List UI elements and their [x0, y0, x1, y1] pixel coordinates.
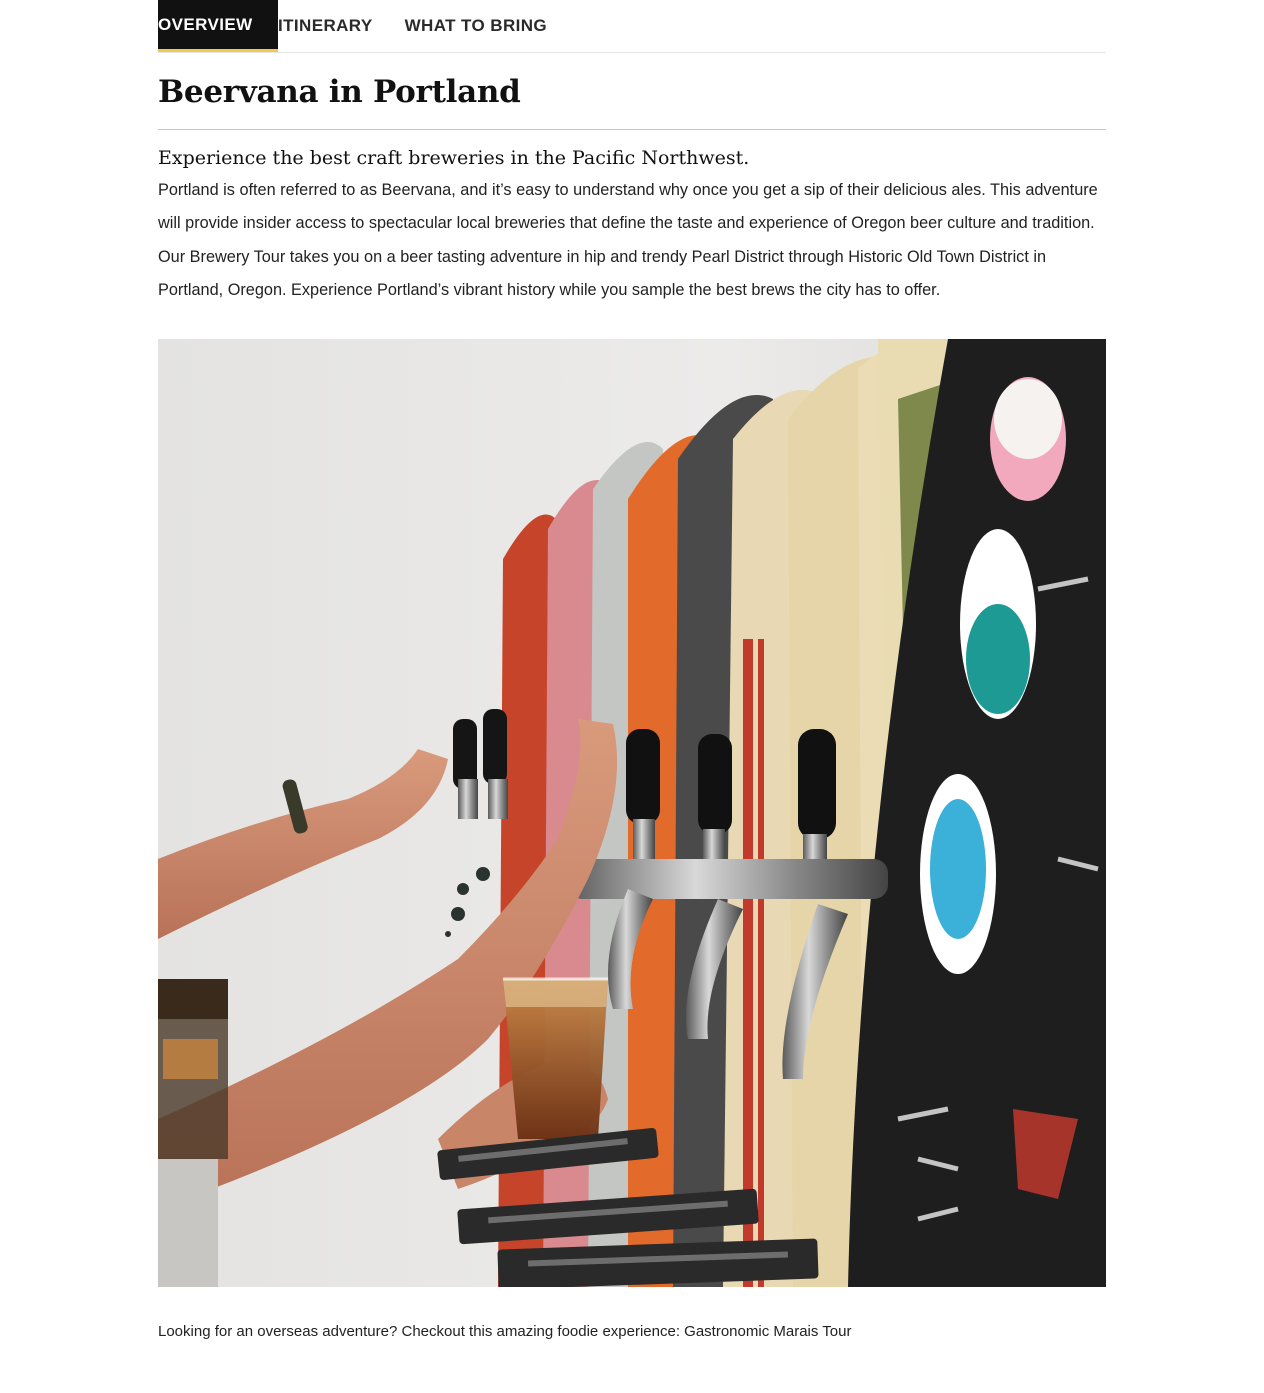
tab-what-to-bring[interactable]: WHAT TO BRING	[405, 0, 579, 52]
tab-itinerary[interactable]: ITINERARY	[278, 0, 405, 52]
section-subtitle: Experience the best craft breweries in t…	[158, 147, 750, 169]
caption-prefix: Looking for an overseas adventure? Check…	[158, 1323, 685, 1340]
description-paragraph: Portland is often referred to as Beervan…	[158, 181, 1098, 300]
page-container: OVERVIEW ITINERARY WHAT TO BRING Beervan…	[158, 0, 1106, 1340]
page-title: Beervana in Portland	[158, 74, 521, 110]
tab-bar: OVERVIEW ITINERARY WHAT TO BRING	[158, 0, 1106, 53]
caption-text: Looking for an overseas adventure? Check…	[158, 1323, 851, 1340]
tab-overview[interactable]: OVERVIEW	[158, 0, 278, 52]
tour-link[interactable]: Gastronomic Marais Tour	[684, 1323, 851, 1340]
beer-taps-photo	[158, 339, 1106, 1287]
